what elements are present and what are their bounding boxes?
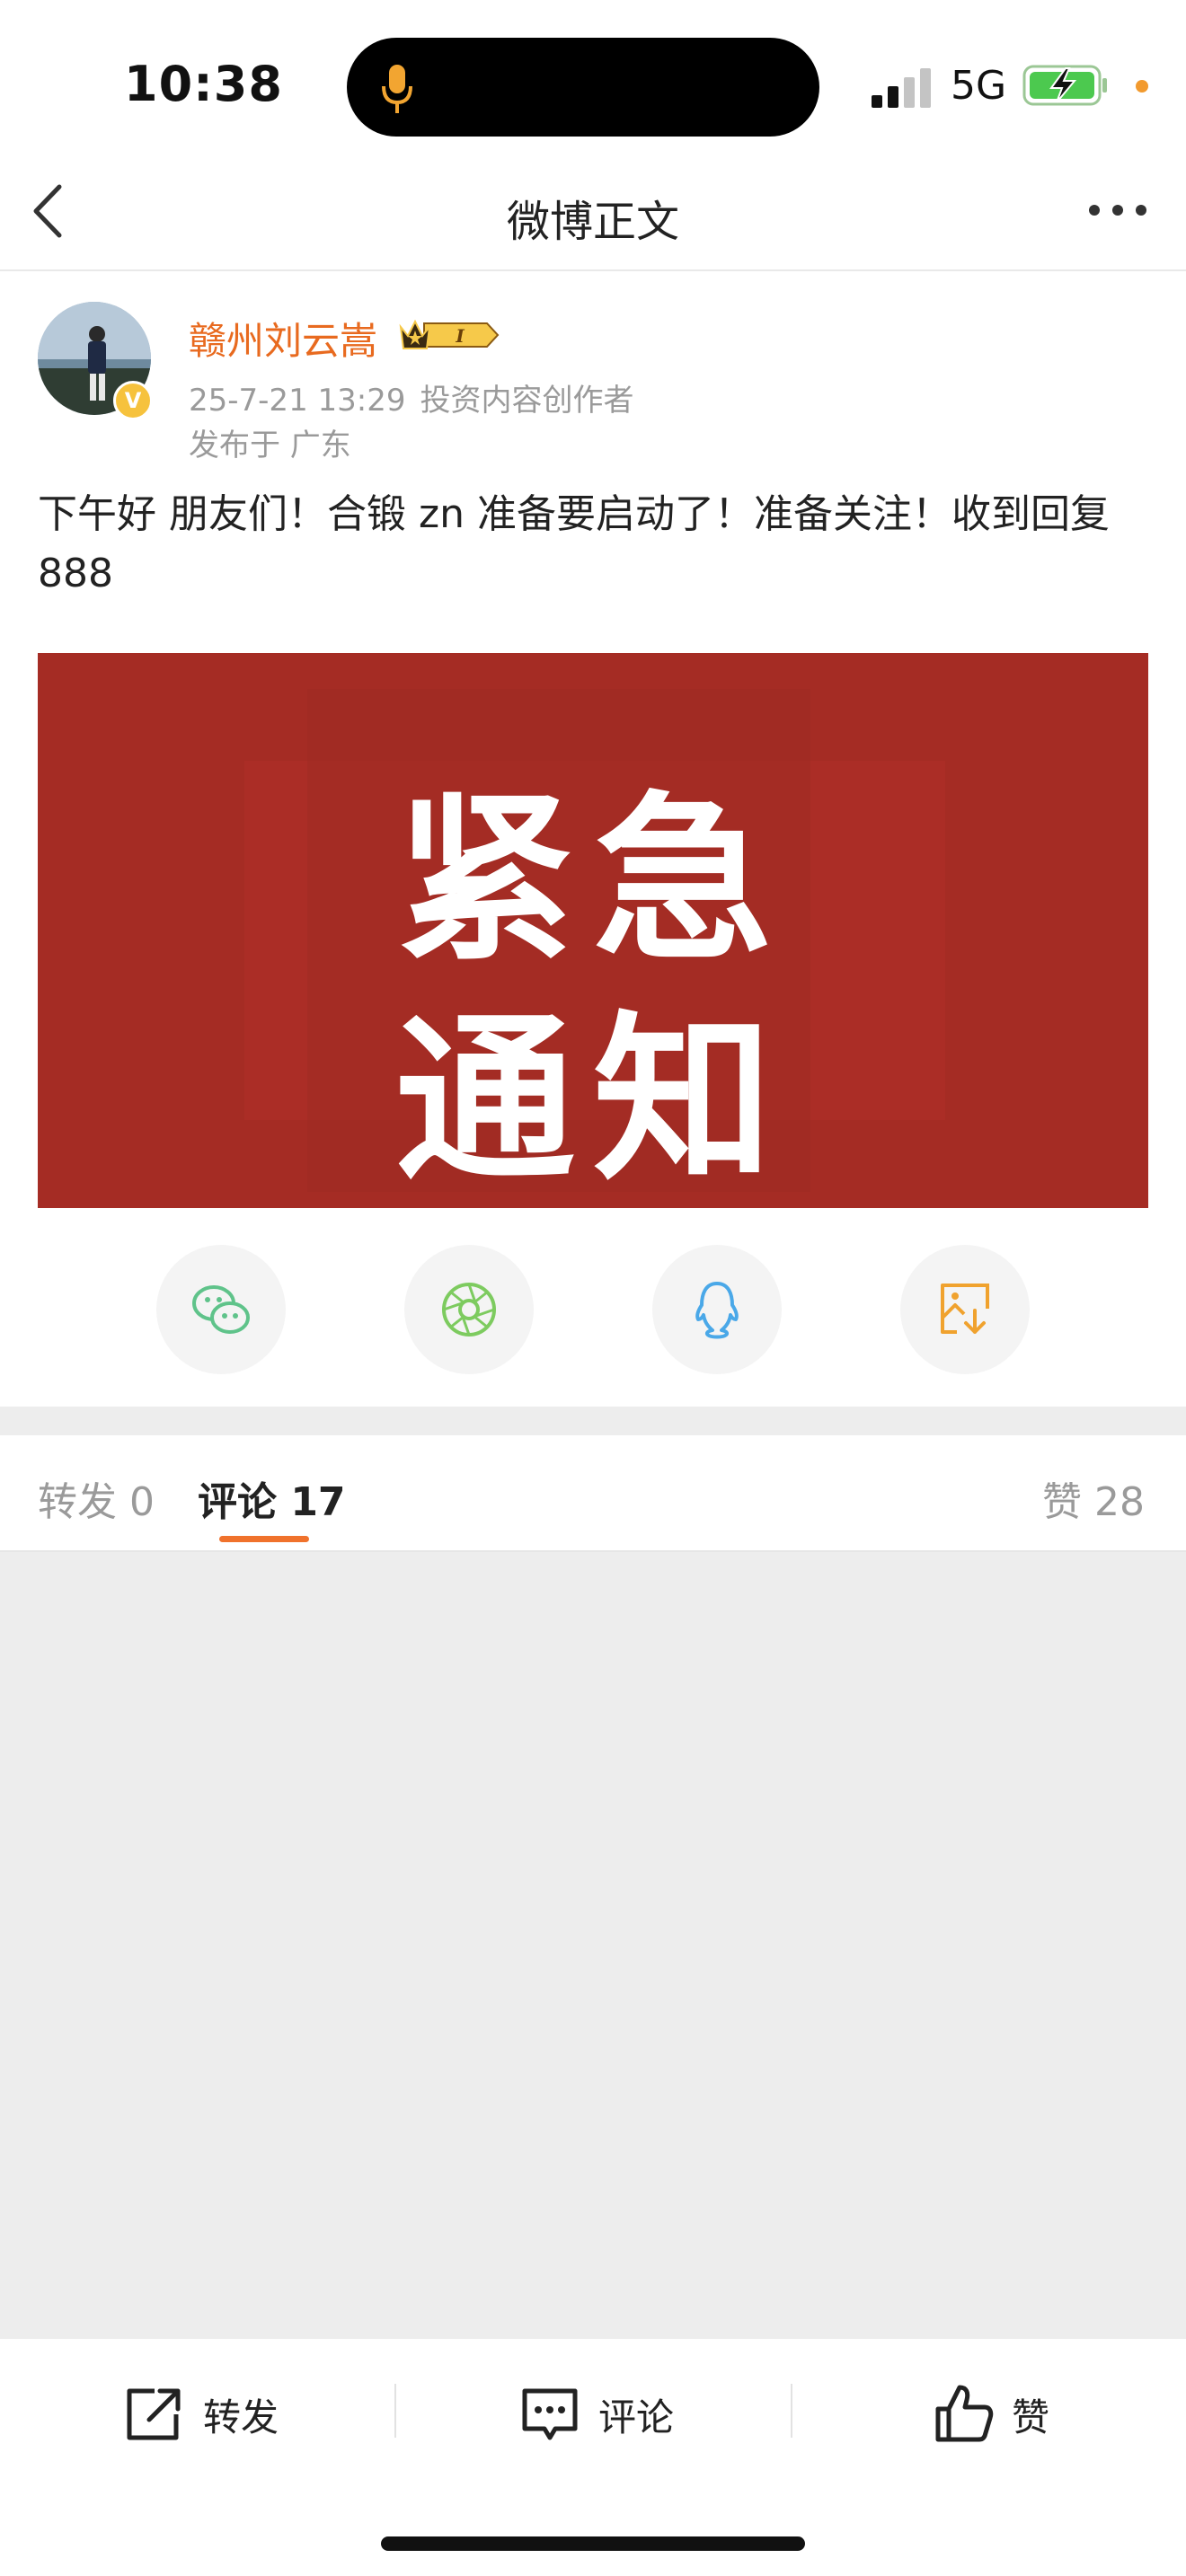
post-content: 下午好 朋友们！合锻 zn 准备要启动了！准备关注！收到回复 888 bbox=[38, 491, 1110, 596]
page-title: 微博正文 bbox=[506, 197, 679, 247]
tab-reposts[interactable]: 转发 0 bbox=[38, 1469, 155, 1527]
comment-icon bbox=[522, 2388, 578, 2440]
post-location: 发布于 广东 bbox=[189, 428, 351, 463]
post-meta: 25-7-21 13:29 投资内容创作者 bbox=[189, 375, 649, 419]
comment-label: 评论 bbox=[598, 2395, 675, 2439]
verified-badge: V bbox=[113, 381, 153, 420]
wechat-icon bbox=[192, 1285, 250, 1334]
share-wechat-button[interactable] bbox=[156, 1245, 286, 1374]
dynamic-island bbox=[347, 38, 819, 137]
home-indicator[interactable] bbox=[381, 2536, 805, 2551]
qq-icon bbox=[695, 1282, 739, 1339]
like-label: 赞 bbox=[1012, 2395, 1050, 2439]
repost-button[interactable]: 转发 bbox=[122, 2371, 279, 2457]
creator-tag: 投资内容创作者 bbox=[420, 383, 634, 419]
comment-button[interactable]: 评论 bbox=[518, 2371, 674, 2457]
repost-icon bbox=[127, 2388, 181, 2440]
divider bbox=[791, 2384, 792, 2438]
username[interactable]: 赣州刘云嵩 bbox=[189, 311, 377, 366]
active-tab-indicator bbox=[219, 1536, 309, 1542]
tab-likes[interactable]: 赞 28 bbox=[1042, 1469, 1145, 1527]
vip-crown-icon: I bbox=[399, 319, 500, 349]
tab-comments[interactable]: 评论 17 bbox=[198, 1469, 346, 1527]
battery-icon bbox=[1022, 65, 1107, 106]
image-text-line2: 通知 bbox=[394, 996, 791, 1205]
signal-icon bbox=[872, 68, 931, 108]
divider bbox=[394, 2384, 396, 2438]
save-image-button[interactable] bbox=[900, 1245, 1030, 1374]
like-button[interactable]: 赞 bbox=[931, 2371, 1049, 2457]
post-image[interactable]: 紧急 通知 bbox=[38, 653, 1148, 1208]
save-image-icon bbox=[941, 1284, 989, 1334]
more-options-icon[interactable] bbox=[1085, 199, 1150, 221]
thumbs-up-icon bbox=[935, 2385, 994, 2442]
share-moments-button[interactable] bbox=[404, 1245, 534, 1374]
interaction-tabs bbox=[0, 1435, 1186, 1552]
privacy-indicator-dot bbox=[1136, 80, 1148, 93]
post-date: 25-7-21 13:29 bbox=[189, 383, 406, 419]
moments-icon bbox=[442, 1283, 496, 1337]
vip-level-text: I bbox=[455, 325, 465, 347]
microphone-icon bbox=[382, 65, 412, 113]
share-qq-button[interactable] bbox=[652, 1245, 782, 1374]
network-label: 5G bbox=[951, 63, 1007, 109]
status-time: 10:38 bbox=[124, 56, 283, 112]
repost-label: 转发 bbox=[203, 2395, 279, 2439]
